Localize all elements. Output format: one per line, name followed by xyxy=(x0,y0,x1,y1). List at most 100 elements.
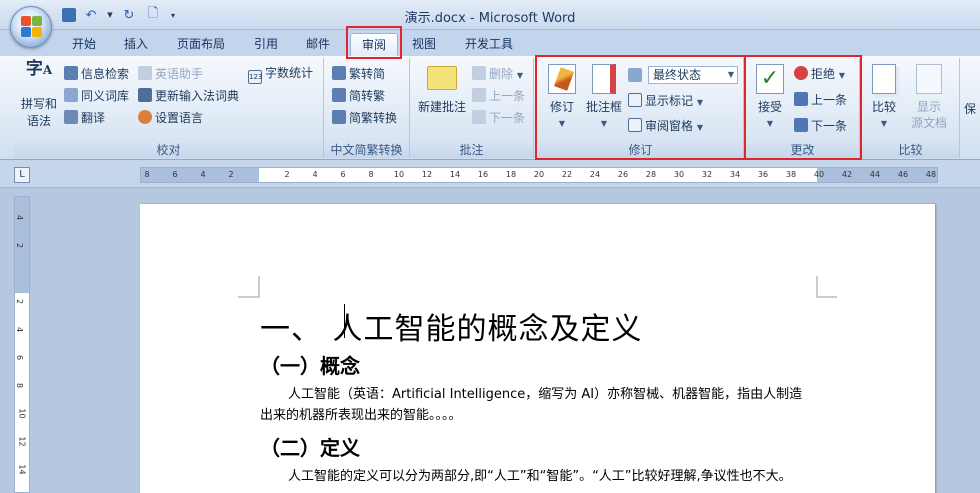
ruler-tick: 34 xyxy=(729,170,741,179)
group-comments: 新建批注 删除 ▼ 上一条 下一条 批注 xyxy=(410,58,534,158)
paragraph-definition-line-1: 人工智能的定义可以分为两部分,即“人工”和“智能”。“人工”比较好理解,争议性也… xyxy=(288,469,792,484)
spelling-icon: 字A xyxy=(25,59,53,79)
tab-selector-icon[interactable]: L xyxy=(14,167,30,183)
vertical-ruler-tick: 14 xyxy=(17,464,27,475)
heading-2-concept: （一）概念 xyxy=(260,354,360,378)
changes-group-highlight xyxy=(744,55,862,160)
heading-1: 一、 人工智能的概念及定义 xyxy=(260,312,643,347)
word-count-icon: 123 xyxy=(248,70,262,84)
title-bar: ↶ ▼ ↻ 🗋 ▾ 演示.docx - Microsoft Word xyxy=(0,0,980,30)
paragraph-concept-line-2: 出来的机器所表现出来的智能。。。。 xyxy=(260,408,462,423)
next-comment-button[interactable]: 下一条 xyxy=(472,110,525,125)
vertical-ruler[interactable]: 4 2 2 4 6 8 10 12 14 xyxy=(14,196,30,493)
thesaurus-icon xyxy=(64,88,78,102)
grammar-label: 语法 xyxy=(26,114,51,128)
protect-document-button[interactable]: 保 xyxy=(964,102,976,116)
vertical-ruler-tick: 6 xyxy=(15,354,25,361)
vertical-ruler-tick: 12 xyxy=(17,436,27,447)
ruler-tick: 12 xyxy=(421,170,433,179)
ribbon-tabs: 开始 插入 页面布局 引用 邮件 审阅 视图 开发工具 xyxy=(0,30,980,56)
ruler-tick: 8 xyxy=(144,170,150,179)
group-protect: 保 xyxy=(960,58,980,158)
thesaurus-button[interactable]: 同义词库 xyxy=(64,88,129,103)
document-page[interactable]: 一、 人工智能的概念及定义 （一）概念 人工智能（英语：Artificial I… xyxy=(140,204,935,493)
previous-comment-button[interactable]: 上一条 xyxy=(472,88,525,103)
vertical-ruler-tick: 2 xyxy=(15,298,25,305)
research-icon xyxy=(64,66,78,80)
delete-comment-icon xyxy=(472,66,486,80)
ruler-tick: 48 xyxy=(925,170,937,179)
show-source-documents-button[interactable]: 显示 源文档 xyxy=(904,64,954,130)
ruler-tick: 38 xyxy=(785,170,797,179)
chinese-conversion-icon xyxy=(332,110,346,124)
traditional-to-simplified-icon xyxy=(332,66,346,80)
chinese-conversion-label: 简繁转换 xyxy=(349,111,398,125)
text-cursor xyxy=(344,304,345,338)
english-assistant-icon xyxy=(138,66,152,80)
traditional-to-simplified-label: 繁转简 xyxy=(349,67,386,81)
proofing-group-label: 校对 xyxy=(14,142,323,158)
tab-insert[interactable]: 插入 xyxy=(114,33,158,56)
ruler-tick: 24 xyxy=(589,170,601,179)
tab-developer[interactable]: 开发工具 xyxy=(456,33,522,56)
simplified-to-traditional-button[interactable]: 简转繁 xyxy=(332,88,385,103)
ruler-tick: 26 xyxy=(617,170,629,179)
ruler-tick: 30 xyxy=(673,170,685,179)
show-source-icon xyxy=(916,64,942,94)
new-comment-button[interactable]: 新建批注 xyxy=(414,64,470,114)
tab-view[interactable]: 视图 xyxy=(402,33,446,56)
ruler-tick: 42 xyxy=(841,170,853,179)
ruler-tick: 2 xyxy=(284,170,290,179)
ruler-tick: 4 xyxy=(200,170,206,179)
show-source-label-2: 源文档 xyxy=(910,116,947,130)
crop-mark-top-right xyxy=(816,276,837,298)
translate-label: 翻译 xyxy=(81,111,106,125)
tab-mailings[interactable]: 邮件 xyxy=(296,33,340,56)
delete-comment-button[interactable]: 删除 ▼ xyxy=(472,66,523,83)
ruler-tick: 6 xyxy=(340,170,346,179)
ruler-tick: 36 xyxy=(757,170,769,179)
ruler-tick: 14 xyxy=(449,170,461,179)
word-count-button[interactable]: 123 字数统计 xyxy=(248,66,313,84)
chinese-conversion-button[interactable]: 简繁转换 xyxy=(332,110,397,125)
ruler-tick: 16 xyxy=(477,170,489,179)
group-chinese-conversion: 繁转简 简转繁 简繁转换 中文简繁转换 xyxy=(324,58,410,158)
set-language-button[interactable]: 设置语言 xyxy=(138,110,203,125)
ruler-tick: 40 xyxy=(813,170,825,179)
translate-button[interactable]: 翻译 xyxy=(64,110,105,125)
compare-button[interactable]: 比较 ▼ xyxy=(866,64,902,131)
office-button[interactable] xyxy=(10,6,52,48)
tab-references[interactable]: 引用 xyxy=(244,33,288,56)
ruler-tick: 4 xyxy=(312,170,318,179)
tab-home[interactable]: 开始 xyxy=(62,33,106,56)
ruler-tick: 28 xyxy=(645,170,657,179)
research-button[interactable]: 信息检索 xyxy=(64,66,129,81)
spelling-grammar-button[interactable]: 字A 拼写和 语法 xyxy=(16,59,62,129)
tab-page-layout[interactable]: 页面布局 xyxy=(168,33,234,56)
simplified-to-traditional-icon xyxy=(332,88,346,102)
paragraph-concept-line-1: 人工智能（英语：Artificial Intelligence，缩写为 AI）亦… xyxy=(288,387,803,402)
english-assistant-label: 英语助手 xyxy=(155,67,204,81)
simplified-to-traditional-label: 简转繁 xyxy=(349,89,386,103)
spelling-label: 拼写和 xyxy=(20,97,57,111)
ruler-tick: 2 xyxy=(228,170,234,179)
paragraph-definition: 人工智能的定义可以分为两部分,即“人工”和“智能”。“人工”比较好理解,争议性也… xyxy=(260,466,820,487)
update-ime-icon xyxy=(138,88,152,102)
english-assistant-button[interactable]: 英语助手 xyxy=(138,66,203,81)
compare-icon xyxy=(872,64,896,94)
chinese-conversion-group-label: 中文简繁转换 xyxy=(324,142,409,158)
review-tab-highlight xyxy=(346,26,402,59)
crop-mark-top-left xyxy=(238,276,260,298)
next-comment-label: 下一条 xyxy=(489,111,526,125)
ruler-tick: 22 xyxy=(561,170,573,179)
next-comment-icon xyxy=(472,110,486,124)
ruler-tick: 18 xyxy=(505,170,517,179)
traditional-to-simplified-button[interactable]: 繁转简 xyxy=(332,66,385,81)
vertical-ruler-tick: 4 xyxy=(15,326,25,333)
horizontal-ruler[interactable]: 8 6 4 2 2 4 6 8 10 12 14 16 18 20 22 24 26 28 30 32 34 36 38 40… xyxy=(140,167,938,183)
update-ime-button[interactable]: 更新输入法词典 xyxy=(138,88,239,103)
previous-comment-label: 上一条 xyxy=(489,89,526,103)
vertical-ruler-tick: 4 xyxy=(15,214,25,221)
office-logo-icon xyxy=(21,16,43,38)
word-count-label: 字数统计 xyxy=(265,66,314,80)
